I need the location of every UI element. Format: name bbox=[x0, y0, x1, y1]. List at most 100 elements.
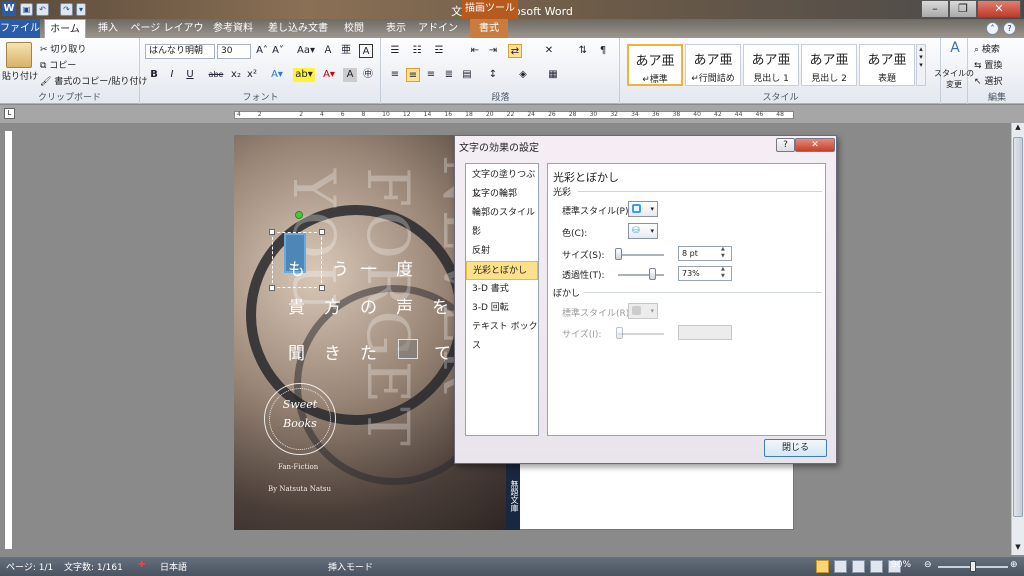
style-no-spacing[interactable]: あア亜 ↵行間詰め bbox=[685, 44, 741, 86]
phonetic-guide-icon[interactable]: 亜 bbox=[339, 44, 353, 58]
format-painter-button[interactable]: 🖌 書式のコピー/貼り付け bbox=[40, 74, 147, 87]
scroll-up-icon[interactable]: ▲ bbox=[1013, 123, 1023, 133]
style-normal[interactable]: あア亜 ↵標準 bbox=[627, 44, 683, 86]
tab-file[interactable]: ファイル bbox=[0, 19, 40, 38]
tab-references[interactable]: 参考資料 bbox=[208, 19, 258, 38]
nav-reflection[interactable]: 反射 bbox=[466, 242, 538, 261]
vertical-scrollbar[interactable]: ▲ ▼ bbox=[1011, 123, 1024, 555]
restore-button[interactable]: ❐ bbox=[949, 0, 977, 18]
change-case-icon[interactable]: Aa▾ bbox=[295, 44, 317, 58]
text-direction-icon[interactable]: ⇄ bbox=[508, 44, 522, 58]
copy-button[interactable]: ⧉ コピー bbox=[40, 58, 76, 71]
paste-button[interactable]: 貼り付け bbox=[2, 69, 38, 82]
grow-font-icon[interactable]: A˄ bbox=[255, 44, 269, 58]
vertical-ruler[interactable] bbox=[4, 130, 13, 550]
underline-icon[interactable]: U bbox=[183, 68, 197, 82]
justify-icon[interactable]: ≣ bbox=[442, 68, 456, 82]
tab-selector-icon[interactable]: L bbox=[4, 108, 15, 119]
nav-shadow[interactable]: 影 bbox=[466, 223, 538, 242]
bullets-icon[interactable]: ☰ bbox=[388, 44, 402, 58]
align-left-icon[interactable]: ≡ bbox=[388, 68, 402, 82]
horizontal-ruler[interactable]: 4 2 2 4 6 8 10 12 14 16 18 20 22 24 26 28 30 32 34 36 38 40 42… bbox=[234, 111, 794, 119]
strikethrough-icon[interactable]: abe bbox=[207, 68, 225, 82]
sort-icon[interactable]: ⇅ bbox=[576, 44, 590, 58]
clear-format-icon[interactable]: Ａ bbox=[321, 44, 335, 58]
zoom-out-icon[interactable]: ⊖ bbox=[924, 560, 932, 570]
minimize-button[interactable]: – bbox=[921, 0, 949, 18]
nav-outline-style[interactable]: 輪郭のスタイル bbox=[466, 204, 538, 223]
tab-addins[interactable]: アドイン bbox=[418, 19, 458, 38]
glow-size-spin-icon[interactable]: ▲ ▼ bbox=[721, 246, 725, 260]
nav-text-box[interactable]: テキスト ボックス bbox=[466, 318, 538, 351]
close-dialog-button[interactable]: 閉じる bbox=[764, 439, 827, 457]
nav-glow-soft-edges[interactable]: 光彩とぼかし bbox=[466, 261, 538, 280]
style-heading-2[interactable]: あア亜 見出し 2 bbox=[801, 44, 857, 86]
glow-transparency-slider-thumb[interactable] bbox=[648, 268, 656, 280]
resize-handle[interactable] bbox=[319, 229, 325, 235]
rotate-handle-icon[interactable] bbox=[295, 211, 303, 219]
style-heading-1[interactable]: あア亜 見出し 1 bbox=[743, 44, 799, 86]
glow-transparency-slider[interactable] bbox=[618, 274, 664, 276]
highlight-icon[interactable]: ab▾ bbox=[293, 68, 315, 82]
numbering-icon[interactable]: ☷ bbox=[410, 44, 424, 58]
dialog-close-button[interactable]: ✕ bbox=[795, 138, 835, 152]
find-button[interactable]: ⌕ 検索 bbox=[974, 42, 1000, 55]
distribute-icon[interactable]: ▤ bbox=[460, 68, 474, 82]
scroll-thumb[interactable] bbox=[1013, 137, 1023, 517]
font-color-icon[interactable]: A▾ bbox=[319, 68, 339, 82]
tab-view[interactable]: 表示 bbox=[378, 19, 414, 38]
glow-size-slider[interactable] bbox=[618, 254, 664, 256]
borders-icon[interactable]: ▦ bbox=[546, 68, 560, 82]
glow-preset-button[interactable]: ▾ bbox=[628, 201, 658, 217]
shading-icon[interactable]: ◈ bbox=[516, 68, 530, 82]
zoom-in-icon[interactable]: ⊕ bbox=[1010, 560, 1018, 570]
zoom-slider-thumb[interactable] bbox=[969, 561, 976, 572]
fullscreen-reading-icon[interactable] bbox=[834, 560, 847, 573]
multilevel-list-icon[interactable]: ☲ bbox=[432, 44, 446, 58]
scroll-down-icon[interactable]: ▼ bbox=[1013, 543, 1023, 553]
glow-transparency-spin-icon[interactable]: ▲ ▼ bbox=[721, 266, 725, 280]
help-icon[interactable]: ? bbox=[1003, 22, 1016, 35]
cut-button[interactable]: ✂ 切り取り bbox=[40, 42, 86, 55]
minimize-ribbon-icon[interactable]: ˄ bbox=[986, 22, 999, 35]
styles-scroll-icon[interactable]: ▴ ▾ ▾ bbox=[916, 44, 926, 86]
nav-text-fill[interactable]: 文字の塗りつぶし bbox=[466, 166, 538, 199]
nav-3d-format[interactable]: 3-D 書式 bbox=[466, 280, 538, 299]
proofing-icon[interactable]: ✚ bbox=[138, 560, 146, 570]
tab-insert[interactable]: 挿入 bbox=[92, 19, 124, 38]
font-name-select[interactable]: はんなり明朝 bbox=[145, 44, 215, 59]
tab-format[interactable]: 書式 bbox=[470, 19, 508, 38]
web-layout-icon[interactable] bbox=[852, 560, 865, 573]
outline-view-icon[interactable] bbox=[870, 560, 883, 573]
enclose-char-icon[interactable]: ㊥ bbox=[361, 68, 375, 82]
resize-handle[interactable] bbox=[269, 285, 275, 291]
subscript-icon[interactable]: x₂ bbox=[229, 68, 243, 82]
paste-icon[interactable] bbox=[6, 42, 32, 68]
style-title[interactable]: あア亜 表題 bbox=[859, 44, 915, 86]
nav-3d-rotation[interactable]: 3-D 回転 bbox=[466, 299, 538, 318]
align-center-icon[interactable]: ≡ bbox=[406, 68, 420, 82]
change-styles-button[interactable]: スタイルの 変更 bbox=[934, 68, 974, 90]
change-styles-icon[interactable]: A bbox=[942, 40, 968, 56]
resize-handle[interactable] bbox=[269, 229, 275, 235]
shrink-font-icon[interactable]: A˅ bbox=[271, 44, 285, 58]
tab-mailings[interactable]: 差し込み文書 bbox=[266, 19, 330, 38]
page-count[interactable]: ページ: 1/1 bbox=[6, 560, 53, 573]
tab-home[interactable]: ホーム bbox=[44, 19, 86, 38]
replace-button[interactable]: ⇆ 置換 bbox=[974, 58, 1002, 71]
language-indicator[interactable]: 日本語 bbox=[160, 560, 187, 573]
tab-page-layout[interactable]: ページ レイアウト bbox=[130, 19, 204, 53]
select-button[interactable]: ↖ 選択 bbox=[974, 74, 1002, 87]
nav-text-outline[interactable]: 文字の輪郭 bbox=[466, 185, 538, 204]
resize-handle[interactable] bbox=[319, 285, 325, 291]
tab-review[interactable]: 校閲 bbox=[336, 19, 372, 38]
char-shading-icon[interactable]: A bbox=[343, 68, 357, 82]
increase-indent-icon[interactable]: ⇥ bbox=[486, 44, 500, 58]
close-window-button[interactable]: ✕ bbox=[977, 0, 1021, 18]
asian-layout-icon[interactable]: ✕ bbox=[542, 44, 556, 58]
bold-icon[interactable]: B bbox=[147, 68, 161, 82]
glow-color-button[interactable]: ⛁ ▾ bbox=[628, 223, 658, 239]
italic-icon[interactable]: I bbox=[165, 68, 179, 82]
align-right-icon[interactable]: ≡ bbox=[424, 68, 438, 82]
glow-size-slider-thumb[interactable] bbox=[615, 248, 622, 260]
